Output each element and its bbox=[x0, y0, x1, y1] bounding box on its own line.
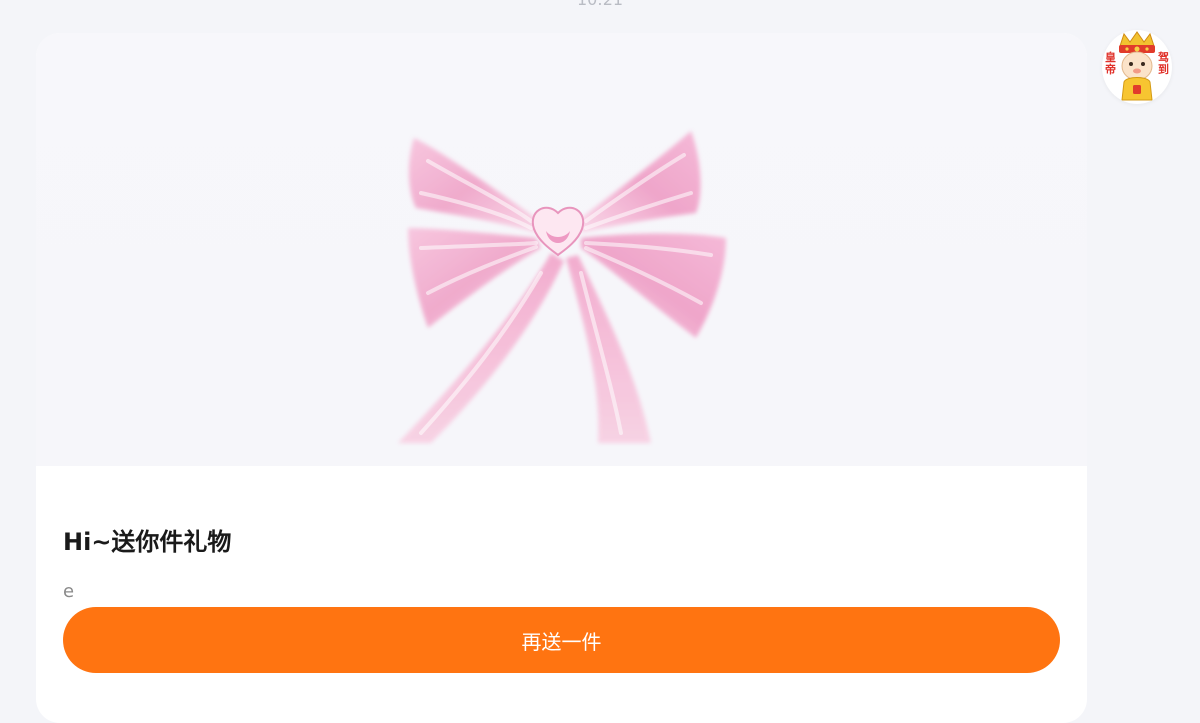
avatar-text-right: 驾到 bbox=[1158, 51, 1169, 76]
gift-image bbox=[36, 33, 1087, 466]
gift-title: Hi~送你件礼物 bbox=[63, 528, 232, 556]
resend-gift-button[interactable]: 再送一件 bbox=[63, 607, 1060, 673]
avatar[interactable]: 皇帝 驾到 bbox=[1102, 30, 1172, 104]
gift-card: Hi~送你件礼物 e 再送一件 bbox=[36, 33, 1087, 723]
pink-bow-icon bbox=[398, 131, 726, 443]
avatar-text-left: 皇帝 bbox=[1105, 51, 1116, 76]
status-time: 10:21 bbox=[0, 0, 1200, 9]
gift-message: e bbox=[63, 581, 75, 602]
